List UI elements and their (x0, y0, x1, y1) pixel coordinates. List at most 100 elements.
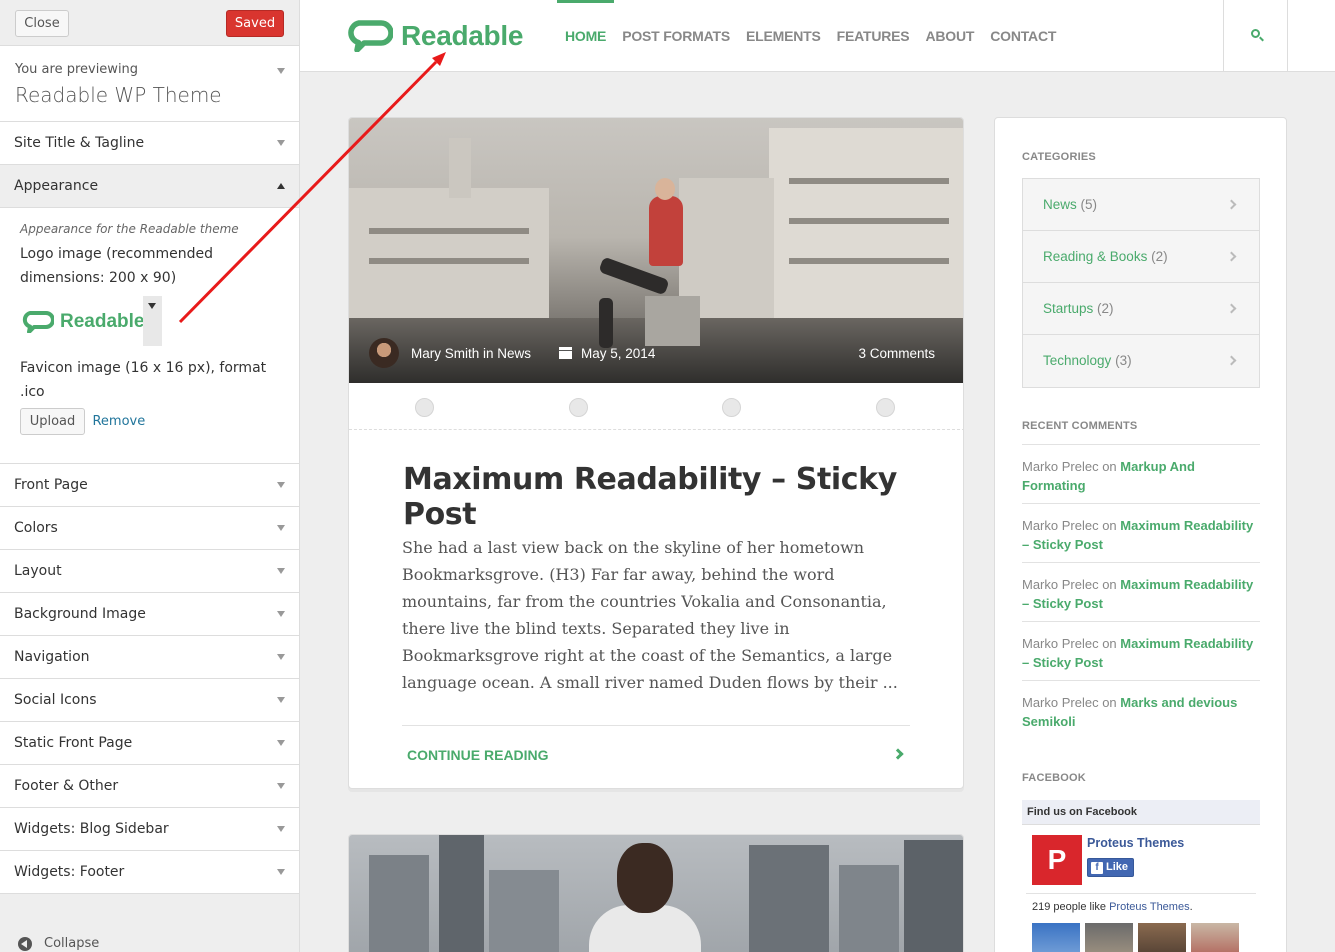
collapse-button[interactable]: Collapse (18, 936, 99, 951)
facebook-page-name[interactable]: Proteus Themes (1087, 836, 1184, 850)
like-label: Like (1106, 861, 1129, 873)
section-social-icons[interactable]: Social Icons (0, 679, 299, 722)
category-item[interactable]: Reading & Books (2) (1023, 231, 1259, 283)
preview-label: You are previewing (15, 62, 139, 77)
section-label: Navigation (14, 649, 90, 665)
section-widgets-blog-sidebar[interactable]: Widgets: Blog Sidebar (0, 808, 299, 851)
appearance-description: Appearance for the Readable theme (20, 222, 239, 236)
chevron-down-icon[interactable] (277, 68, 285, 74)
nav-elements[interactable]: ELEMENTS (738, 0, 829, 72)
list-item: Marko Prelec on Maximum Readability – St… (1022, 503, 1260, 562)
nav-post-formats[interactable]: POST FORMATS (614, 0, 738, 72)
continue-reading-link[interactable]: CONTINUE READING (407, 747, 549, 763)
facebook-like-button[interactable]: f Like (1087, 858, 1134, 877)
brand-wordmark: Readable (401, 20, 524, 51)
section-static-front-page[interactable]: Static Front Page (0, 722, 299, 765)
readable-logo-icon (22, 311, 54, 333)
post-comments-link[interactable]: 3 Comments (858, 346, 935, 361)
nav-contact[interactable]: CONTACT (982, 0, 1064, 72)
site-logo[interactable]: Readable (347, 20, 523, 52)
favicon-label: Favicon image (16 x 16 px), format .ico (20, 360, 267, 400)
category-name: Reading & Books (1043, 249, 1148, 264)
chevron-down-icon (277, 568, 285, 574)
category-item[interactable]: News (5) (1023, 179, 1259, 231)
avatar[interactable] (369, 338, 399, 368)
facebook-header[interactable]: Find us on Facebook (1022, 800, 1260, 825)
dropdown-arrow-icon[interactable] (143, 296, 162, 346)
nav-features[interactable]: FEATURES (829, 0, 918, 72)
list-item: Marko Prelec on Markup And Formating (1022, 444, 1260, 503)
chevron-right-icon[interactable] (892, 748, 904, 760)
decorative-dot-icon (876, 398, 895, 417)
facebook-widget: Find us on Facebook P Proteus Themes f Li… (1022, 800, 1260, 952)
facebook-like-count: 219 people like Proteus Themes. (1032, 901, 1193, 913)
nav-home[interactable]: HOME (557, 0, 615, 72)
facebook-icon: f (1091, 862, 1103, 874)
main-nav: HOME POST FORMATS ELEMENTS FEATURES ABOU… (557, 0, 1064, 72)
like-count-link[interactable]: Proteus Themes (1109, 901, 1190, 913)
post-meta: Mary Smith in News May 5, 2014 3 Comment… (369, 337, 935, 369)
nav-about[interactable]: ABOUT (917, 0, 982, 72)
chevron-down-icon (277, 826, 285, 832)
post-excerpt: She had a last view back on the skyline … (402, 538, 898, 692)
section-front-page[interactable]: Front Page (0, 464, 299, 507)
category-item[interactable]: Technology (3) (1023, 335, 1259, 387)
search-button[interactable] (1223, 0, 1288, 72)
post-date[interactable]: May 5, 2014 (581, 346, 655, 361)
section-colors[interactable]: Colors (0, 507, 299, 550)
section-label: Background Image (14, 606, 146, 622)
comment-on: on (1102, 577, 1117, 592)
chevron-down-icon (277, 783, 285, 789)
widget-title-facebook: FACEBOOK (1022, 772, 1086, 784)
fan-avatar[interactable] (1032, 923, 1080, 952)
categories-list: News (5) Reading & Books (2) Startups (2… (1022, 178, 1260, 388)
appearance-panel: Appearance for the Readable theme Logo i… (0, 208, 299, 464)
category-name: Technology (1043, 353, 1112, 368)
category-count: (5) (1080, 197, 1098, 212)
chevron-down-icon (277, 869, 285, 875)
comment-on: on (1102, 695, 1117, 710)
section-label: Widgets: Blog Sidebar (14, 821, 169, 837)
fan-avatar[interactable] (1138, 923, 1186, 952)
section-label: Front Page (14, 477, 88, 493)
upload-button[interactable]: Upload (20, 408, 85, 435)
section-label: Static Front Page (14, 735, 133, 751)
proteus-logo-icon[interactable]: P (1032, 835, 1082, 885)
category-name: Startups (1043, 301, 1094, 316)
post-title[interactable]: Maximum Readability – Sticky Post (403, 462, 963, 532)
section-appearance[interactable]: Appearance (0, 165, 299, 208)
preview-info[interactable]: You are previewing Readable WP Theme (0, 46, 299, 122)
section-background-image[interactable]: Background Image (0, 593, 299, 636)
fan-avatar[interactable] (1085, 923, 1133, 952)
comment-author: Marko Prelec (1022, 636, 1099, 651)
chevron-down-icon (277, 697, 285, 703)
section-label: Widgets: Footer (14, 864, 125, 880)
blog-sidebar: CATEGORIES News (5) Reading & Books (2) … (994, 117, 1287, 952)
section-footer-other[interactable]: Footer & Other (0, 765, 299, 808)
site-header: Readable HOME POST FORMATS ELEMENTS FEAT… (300, 0, 1335, 72)
category-count: (3) (1115, 353, 1132, 368)
close-button[interactable]: Close (15, 10, 69, 37)
chevron-down-icon (277, 482, 285, 488)
section-label: Site Title & Tagline (14, 135, 145, 151)
post-featured-image[interactable]: Mary Smith in News May 5, 2014 3 Comment… (349, 118, 963, 383)
category-item[interactable]: Startups (2) (1023, 283, 1259, 335)
widget-title-recent-comments: RECENT COMMENTS (1022, 420, 1138, 432)
section-widgets-footer[interactable]: Widgets: Footer (0, 851, 299, 894)
remove-link[interactable]: Remove (92, 414, 145, 429)
saved-button[interactable]: Saved (226, 10, 284, 37)
fan-avatar[interactable] (1191, 923, 1239, 952)
post-featured-image[interactable] (349, 835, 963, 952)
chevron-down-icon (277, 140, 285, 146)
section-navigation[interactable]: Navigation (0, 636, 299, 679)
list-item: Marko Prelec on Maximum Readability – St… (1022, 562, 1260, 621)
section-site-title[interactable]: Site Title & Tagline (0, 122, 299, 165)
chevron-right-icon (1226, 303, 1237, 314)
like-count-end: . (1189, 901, 1193, 913)
section-layout[interactable]: Layout (0, 550, 299, 593)
logo-thumbnail[interactable]: Readable (20, 296, 162, 348)
section-label: Colors (14, 520, 58, 536)
post-author[interactable]: Mary Smith in News (411, 346, 531, 361)
chevron-right-icon (1226, 199, 1237, 210)
section-label: Footer & Other (14, 778, 119, 794)
